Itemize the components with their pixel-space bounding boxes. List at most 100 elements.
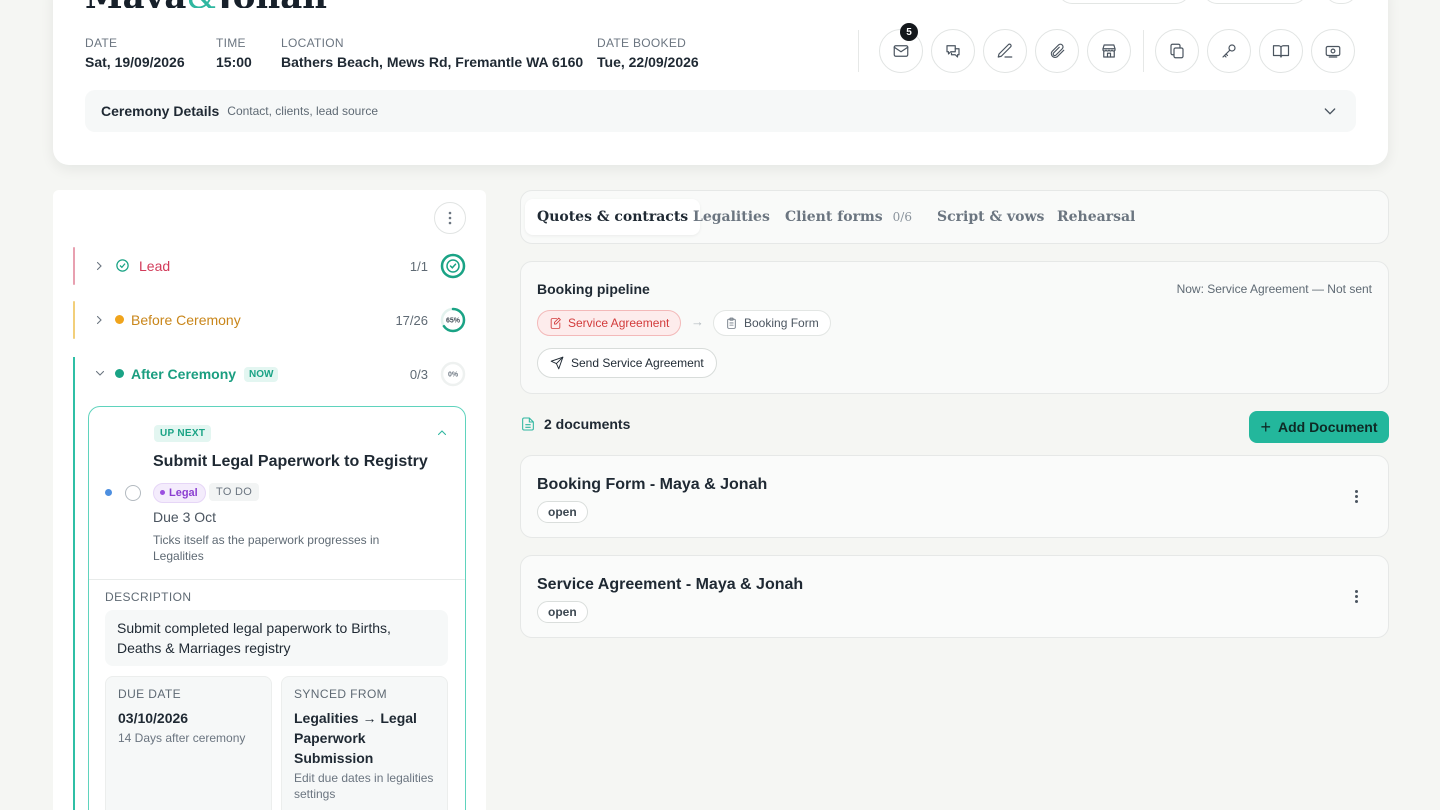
- ceremony-details-subtitle: Contact, clients, lead source: [227, 104, 379, 118]
- tag-dot: [160, 490, 165, 495]
- meta-value: Tue, 22/09/2026: [597, 54, 699, 70]
- stage-status-dot: [115, 315, 124, 324]
- key-icon: [1222, 44, 1236, 58]
- stage-after-ceremony[interactable]: After Ceremony NOW 0/3 0%: [73, 355, 466, 393]
- stage-before-ceremony[interactable]: Before Ceremony 17/26 65%: [73, 301, 466, 339]
- synced-from-label: SYNCED FROM: [294, 687, 388, 701]
- pipeline-step-booking-form[interactable]: Booking Form: [713, 310, 831, 336]
- stage-progress-ring: 0%: [440, 361, 466, 387]
- key-button[interactable]: [1207, 29, 1251, 73]
- section-tabs: Quotes & contracts Legalities Client for…: [520, 190, 1389, 244]
- pipeline-step-service-agreement[interactable]: Service Agreement: [537, 310, 682, 336]
- task-note: Ticks itself as the paperwork progresses…: [153, 533, 380, 563]
- chevron-right-icon: [96, 315, 102, 325]
- pipeline-status: Now: Service Agreement — Not sent: [1176, 282, 1372, 296]
- partner-two-name: Jonah: [217, 0, 327, 8]
- mail-icon: [893, 45, 909, 57]
- meta-value: Sat, 19/09/2026: [85, 54, 185, 70]
- chevron-up-icon[interactable]: [435, 427, 449, 439]
- stage-color-bar: [73, 357, 75, 810]
- meta-location: LOCATION Bathers Beach, Mews Rd, Fremant…: [281, 36, 583, 70]
- stage-lead[interactable]: Lead 1/1: [73, 247, 466, 285]
- meta-label: DATE: [85, 36, 118, 50]
- task-category-tag: Legal: [153, 483, 206, 503]
- stage-color-bar: [73, 301, 75, 339]
- send-service-agreement-button[interactable]: Send Service Agreement: [537, 348, 717, 378]
- store-icon: [1102, 44, 1116, 58]
- check-circle-icon: [116, 259, 129, 272]
- header-top-button[interactable]: [1203, 0, 1307, 4]
- more-vertical-icon[interactable]: [1348, 586, 1364, 606]
- partner-one-name: Maya: [85, 0, 186, 8]
- attachment-button[interactable]: [1035, 29, 1079, 73]
- tab-label: Script & vows: [937, 209, 1045, 225]
- stage-percent-label: 65%: [446, 318, 461, 325]
- send-icon: [550, 356, 564, 370]
- task-status-badge: TO DO: [209, 483, 260, 501]
- tab-script-vows[interactable]: Script & vows: [925, 199, 1056, 235]
- header-divider: [858, 30, 859, 72]
- couple-name-title: Maya&Jonah: [85, 0, 327, 8]
- book-icon: [1272, 45, 1290, 58]
- edit-button[interactable]: [983, 29, 1027, 73]
- add-document-label: Add Document: [1277, 419, 1378, 435]
- mail-button[interactable]: 5: [879, 23, 923, 73]
- stage-color-bar: [73, 247, 75, 285]
- document-card[interactable]: Service Agreement - Maya & Jonah open: [520, 555, 1389, 638]
- tab-client-forms[interactable]: Client forms 0/6: [773, 199, 924, 235]
- book-button[interactable]: [1259, 29, 1303, 73]
- edit-icon: [997, 43, 1013, 58]
- money-button[interactable]: [1311, 29, 1355, 73]
- attachment-icon: [1050, 43, 1065, 58]
- task-title: Submit Legal Paperwork to Registry: [153, 453, 428, 470]
- stage-name: Lead: [139, 258, 171, 274]
- tab-count: 0/6: [892, 210, 912, 224]
- divider: [89, 579, 465, 580]
- documents-header: 2 documents: [520, 416, 630, 432]
- ceremony-details-accordion[interactable]: Ceremony Details Contact, clients, lead …: [85, 90, 1356, 132]
- due-date-box: DUE DATE 03/10/2026 14 Days after ceremo…: [105, 676, 272, 810]
- document-card[interactable]: Booking Form - Maya & Jonah open: [520, 455, 1389, 538]
- pipeline-step-label: Service Agreement: [568, 316, 670, 330]
- task-complete-checkbox[interactable]: [125, 485, 141, 501]
- due-date-note: 14 Days after ceremony: [118, 731, 246, 745]
- mail-count-badge: 5: [900, 23, 918, 41]
- send-button-label: Send Service Agreement: [571, 356, 704, 370]
- tab-rehearsal[interactable]: Rehearsal: [1045, 199, 1147, 235]
- chat-button[interactable]: [931, 29, 975, 73]
- meta-value: 15:00: [216, 54, 252, 70]
- chevron-down-icon: [1324, 108, 1336, 115]
- tab-legalities[interactable]: Legalities: [681, 199, 782, 235]
- now-badge: NOW: [244, 367, 279, 382]
- store-button[interactable]: [1087, 29, 1131, 73]
- unread-dot: [105, 489, 112, 496]
- document-status-badge: open: [537, 601, 588, 623]
- stage-count: 17/26: [395, 313, 428, 328]
- name-ampersand: &: [186, 0, 216, 8]
- tab-label: Client forms: [785, 209, 883, 225]
- document-title: Service Agreement - Maya & Jonah: [537, 576, 804, 593]
- meta-value: Bathers Beach, Mews Rd, Fremantle WA 616…: [281, 54, 584, 70]
- copy-button[interactable]: [1155, 29, 1199, 73]
- more-vertical-icon[interactable]: [1348, 486, 1364, 506]
- header-divider: [1143, 30, 1144, 72]
- arrow-right-icon: →: [691, 314, 704, 329]
- stage-status-dot: [115, 369, 124, 378]
- tab-quotes-contracts[interactable]: Quotes & contracts: [525, 199, 701, 235]
- copy-icon: [1170, 43, 1184, 59]
- ceremony-details-title: Ceremony Details: [101, 103, 220, 119]
- workflow-menu-button[interactable]: [434, 202, 466, 234]
- due-date-value: 03/10/2026: [118, 710, 189, 726]
- tag-label: Legal: [169, 487, 198, 499]
- meta-date: DATE Sat, 19/09/2026: [85, 36, 185, 70]
- add-document-button[interactable]: + Add Document: [1249, 411, 1389, 443]
- header-top-button[interactable]: [1058, 0, 1190, 4]
- task-card[interactable]: UP NEXT Submit Legal Paperwork to Regist…: [88, 406, 466, 810]
- due-date-label: DUE DATE: [118, 687, 181, 701]
- document-status-badge: open: [537, 501, 588, 523]
- stage-percent-label: 0%: [448, 372, 459, 379]
- synced-from-note: Edit due dates in legalities settings: [294, 771, 434, 801]
- pipeline-title: Booking pipeline: [537, 281, 650, 297]
- header-top-button[interactable]: [1325, 0, 1357, 4]
- stage-name: After Ceremony NOW: [131, 366, 279, 382]
